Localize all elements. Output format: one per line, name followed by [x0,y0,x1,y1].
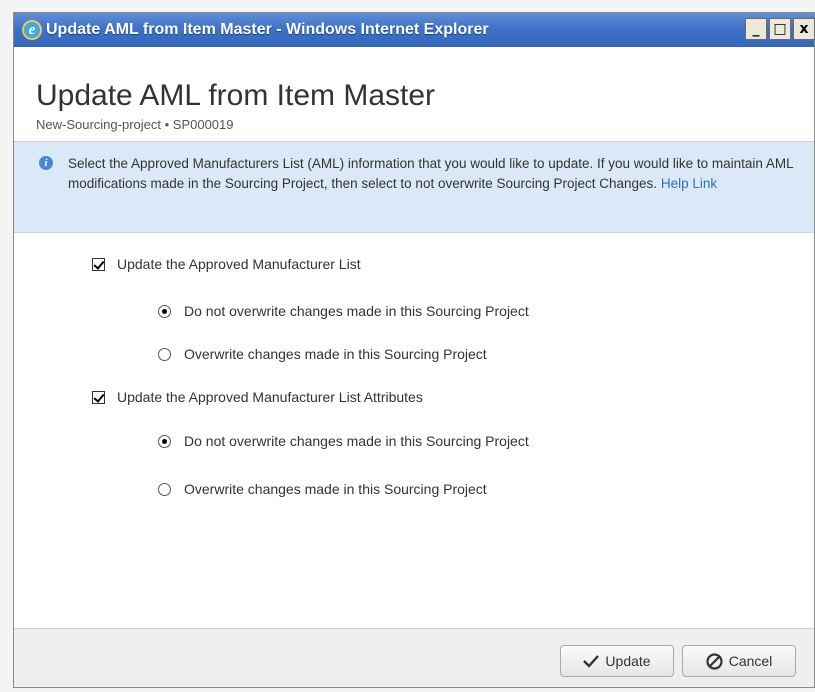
dialog-footer: Update Cancel [14,628,814,687]
attributes-do-not-overwrite-option[interactable]: Do not overwrite changes made in this So… [158,433,529,449]
update-button-label: Update [605,653,651,669]
cancel-icon [706,652,723,670]
aml-do-not-overwrite-option[interactable]: Do not overwrite changes made in this So… [158,303,529,319]
help-link[interactable]: Help Link [661,176,717,191]
aml-overwrite-radio[interactable] [158,347,171,361]
update-aml-checkbox[interactable] [92,257,105,271]
update-button[interactable]: Update [560,645,674,677]
update-aml-attributes-option[interactable]: Update the Approved Manufacturer List At… [92,389,423,405]
internet-explorer-icon: e [22,20,42,40]
maximize-button[interactable]: □ [769,18,791,40]
attributes-overwrite-label: Overwrite changes made in this Sourcing … [184,481,487,497]
update-aml-attributes-checkbox[interactable] [92,390,105,404]
aml-do-not-overwrite-radio[interactable] [158,304,171,318]
attributes-do-not-overwrite-radio[interactable] [158,434,171,448]
window-controls: _ □ x [745,18,815,42]
info-icon: i [39,156,53,170]
cancel-button-label: Cancel [728,653,773,669]
attributes-overwrite-radio[interactable] [158,482,171,496]
browser-window: e Update AML from Item Master - Windows … [13,12,815,688]
close-button[interactable]: x [793,18,815,40]
info-banner: i Select the Approved Manufacturers List… [14,142,814,233]
dialog-subtitle: New-Sourcing-project • SP000019 [36,117,234,132]
dialog-header: Update AML from Item Master New-Sourcing… [14,47,814,142]
update-aml-option[interactable]: Update the Approved Manufacturer List [92,256,361,272]
attributes-overwrite-option[interactable]: Overwrite changes made in this Sourcing … [158,481,487,497]
dialog-title: Update AML from Item Master [36,79,436,112]
minimize-button[interactable]: _ [745,18,767,40]
info-message: Select the Approved Manufacturers List (… [68,154,803,194]
window-titlebar[interactable]: e Update AML from Item Master - Windows … [14,13,815,48]
aml-overwrite-label: Overwrite changes made in this Sourcing … [184,346,487,362]
cancel-button[interactable]: Cancel [682,645,796,677]
aml-do-not-overwrite-label: Do not overwrite changes made in this So… [184,303,529,319]
aml-overwrite-option[interactable]: Overwrite changes made in this Sourcing … [158,346,487,362]
attributes-do-not-overwrite-label: Do not overwrite changes made in this So… [184,433,529,449]
checkmark-icon [583,654,600,668]
update-aml-attributes-label: Update the Approved Manufacturer List At… [117,389,423,405]
update-aml-label: Update the Approved Manufacturer List [117,256,361,272]
window-title: Update AML from Item Master - Windows In… [46,21,489,38]
